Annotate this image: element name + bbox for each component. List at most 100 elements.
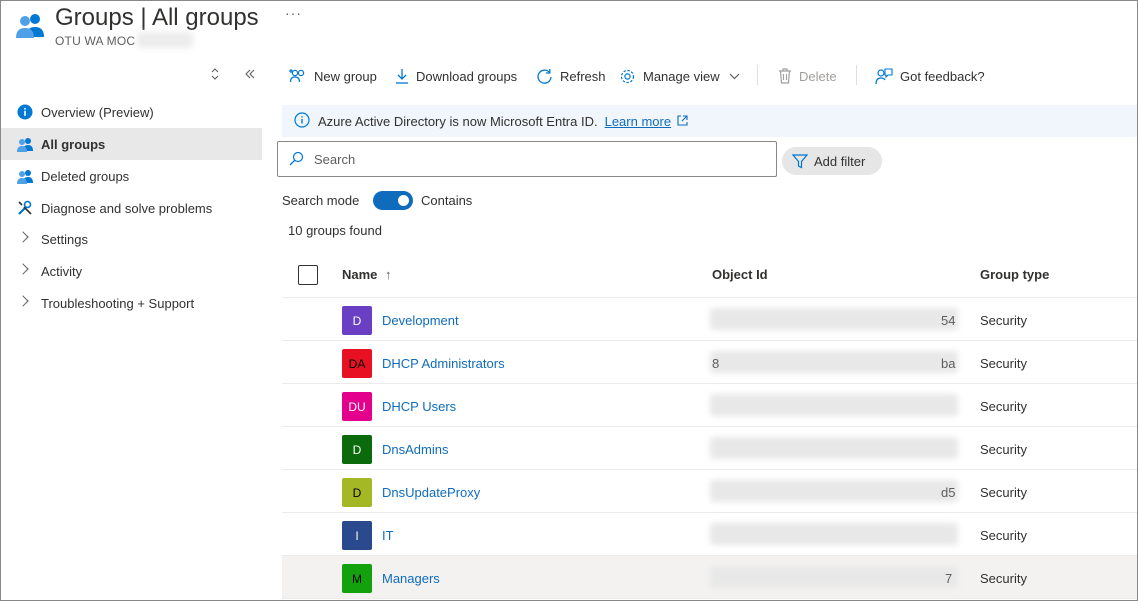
search-icon xyxy=(288,151,304,167)
delete-label: Delete xyxy=(799,68,837,84)
add-filter-button[interactable]: Add filter xyxy=(782,147,882,175)
wrench-icon xyxy=(16,200,34,216)
download-groups-button[interactable]: Download groups xyxy=(395,63,517,89)
info-icon xyxy=(16,104,34,120)
refresh-button[interactable]: Refresh xyxy=(536,63,606,89)
search-mode-label: Search mode xyxy=(282,193,360,208)
redacted-tenant xyxy=(137,32,193,48)
sidebar-item-label: All groups xyxy=(41,136,106,152)
toolbar-divider xyxy=(757,65,758,85)
page-title: Groups | All groups xyxy=(55,4,259,31)
groups-icon xyxy=(16,14,44,38)
search-mode-value: Contains xyxy=(421,193,473,208)
table-row[interactable]: D DnsAdmins Security xyxy=(282,427,1137,470)
object-id-prefix: 8 xyxy=(712,356,720,371)
new-group-button[interactable]: New group xyxy=(289,63,377,89)
sidebar-item-settings[interactable]: Settings xyxy=(1,223,262,255)
filter-icon xyxy=(792,153,808,169)
group-type: Security xyxy=(980,571,1027,586)
external-link-icon[interactable] xyxy=(677,114,688,129)
delete-button[interactable]: Delete xyxy=(778,63,837,89)
refresh-label: Refresh xyxy=(560,68,606,84)
more-options-button[interactable]: ··· xyxy=(285,5,302,21)
group-type: Security xyxy=(980,356,1027,371)
sidebar-item-overview[interactable]: Overview (Preview) xyxy=(1,96,262,128)
redacted-object-id xyxy=(710,437,958,459)
manage-view-button[interactable]: Manage view xyxy=(619,63,740,89)
sidebar-item-label: Settings xyxy=(41,231,88,247)
new-group-label: New group xyxy=(314,68,377,84)
group-type: Security xyxy=(980,485,1027,500)
sidebar-item-all-groups[interactable]: All groups xyxy=(1,128,262,160)
group-name-link[interactable]: DnsUpdateProxy xyxy=(382,485,480,500)
sidebar-item-label: Troubleshooting + Support xyxy=(41,295,195,311)
sidebar-item-activity[interactable]: Activity xyxy=(1,255,262,287)
redacted-object-id xyxy=(710,480,958,502)
select-all-checkbox[interactable] xyxy=(298,265,318,285)
group-name-link[interactable]: DHCP Users xyxy=(382,399,456,414)
group-avatar: D xyxy=(342,478,372,507)
group-avatar: D xyxy=(342,306,372,335)
sidebar-item-label: Diagnose and solve problems xyxy=(41,200,213,216)
results-count: 10 groups found xyxy=(288,223,382,238)
object-id-suffix: 54 xyxy=(941,313,956,328)
group-avatar: M xyxy=(342,564,372,593)
table-row[interactable]: M Managers 7 Security xyxy=(282,556,1137,599)
table-row[interactable]: DA DHCP Administrators 8 ba Security xyxy=(282,341,1137,384)
table-row[interactable]: D DnsUpdateProxy d5 Security xyxy=(282,470,1137,513)
group-avatar: DU xyxy=(342,392,372,421)
sidebar-item-diagnose[interactable]: Diagnose and solve problems xyxy=(1,192,262,224)
group-name-link[interactable]: Managers xyxy=(382,571,440,586)
name-header-label: Name xyxy=(342,267,378,282)
column-header-object-id[interactable]: Object Id xyxy=(712,267,768,282)
feedback-button[interactable]: Got feedback? xyxy=(875,63,985,89)
redacted-object-id xyxy=(710,351,958,373)
table-row[interactable]: I IT Security xyxy=(282,513,1137,556)
column-header-name[interactable]: Name ↑ xyxy=(342,267,392,282)
column-header-group-type[interactable]: Group type xyxy=(980,267,1049,282)
object-id-suffix: ba xyxy=(941,356,956,371)
info-banner: Azure Active Directory is now Microsoft … xyxy=(282,105,1137,137)
redacted-object-id xyxy=(710,394,958,416)
group-type: Security xyxy=(980,528,1027,543)
table-row[interactable]: DU DHCP Users Security xyxy=(282,384,1137,427)
app-frame: Groups | All groups OTU WA MOC ··· Overv… xyxy=(0,0,1138,601)
sidebar-item-label: Overview (Preview) xyxy=(41,104,154,120)
download-groups-label: Download groups xyxy=(416,68,518,84)
feedback-label: Got feedback? xyxy=(900,68,985,84)
redacted-object-id xyxy=(710,566,958,588)
table-row[interactable]: D Development 54 Security xyxy=(282,298,1137,341)
sidebar-item-label: Activity xyxy=(41,263,83,279)
toggle-knob xyxy=(398,195,409,206)
redacted-object-id xyxy=(710,523,958,545)
chevron-right-icon xyxy=(17,231,29,243)
search-input[interactable] xyxy=(314,151,734,167)
banner-text: Azure Active Directory is now Microsoft … xyxy=(318,113,598,129)
search-mode-toggle[interactable] xyxy=(373,191,413,210)
group-name-link[interactable]: DnsAdmins xyxy=(382,442,448,457)
group-name-link[interactable]: Development xyxy=(382,313,459,328)
search-box[interactable] xyxy=(277,141,777,177)
collapse-sidebar-icon[interactable] xyxy=(244,68,256,83)
sidebar-item-troubleshooting[interactable]: Troubleshooting + Support xyxy=(1,287,262,319)
feedback-icon xyxy=(875,67,893,85)
learn-more-link[interactable]: Learn more xyxy=(605,114,671,129)
expand-collapse-icon[interactable] xyxy=(211,68,219,83)
tenant-name: OTU WA MOC xyxy=(55,34,136,48)
sidebar-item-deleted-groups[interactable]: Deleted groups xyxy=(1,160,262,192)
redacted-object-id xyxy=(710,308,958,330)
trash-icon xyxy=(778,68,792,84)
info-icon xyxy=(294,111,310,131)
download-icon xyxy=(395,68,409,84)
group-type: Security xyxy=(980,399,1027,414)
group-type: Security xyxy=(980,442,1027,457)
sidebar-item-label: Deleted groups xyxy=(41,168,130,184)
object-id-suffix: 7 xyxy=(945,571,953,586)
object-id-suffix: d5 xyxy=(941,485,956,500)
manage-view-label: Manage view xyxy=(643,68,720,84)
group-avatar: D xyxy=(342,435,372,464)
sort-ascending-icon: ↑ xyxy=(385,267,392,282)
group-name-link[interactable]: IT xyxy=(382,528,394,543)
group-name-link[interactable]: DHCP Administrators xyxy=(382,356,505,371)
group-type: Security xyxy=(980,313,1027,328)
